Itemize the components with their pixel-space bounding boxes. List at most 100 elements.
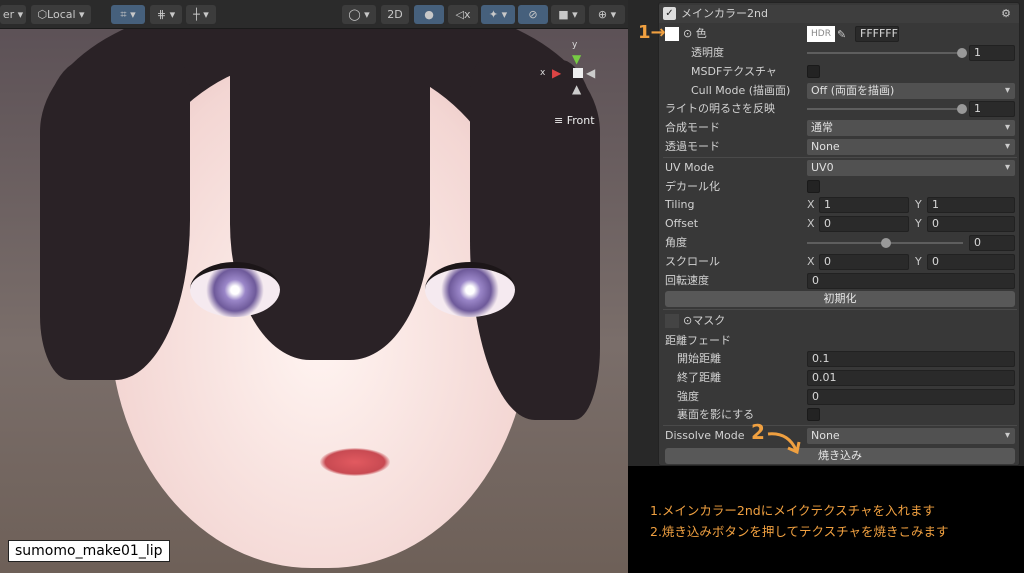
gizmo-x-label: x: [540, 68, 546, 78]
fade-end-row: 終了距離 0.01: [659, 369, 1019, 387]
view-name: Front: [566, 114, 595, 127]
mask-label: ⊙マスク: [683, 314, 726, 327]
pivot-dropdown[interactable]: er ▾: [0, 5, 26, 24]
hex-field[interactable]: FFFFFF: [855, 26, 899, 42]
fade-strength-field[interactable]: 0: [807, 389, 1015, 405]
opacity-label: 透明度: [691, 46, 724, 59]
decal-checkbox[interactable]: [807, 180, 820, 193]
slider-knob[interactable]: [881, 238, 891, 248]
section-header[interactable]: ✓ メインカラー2nd ⚙: [659, 5, 1019, 23]
mask-row: ⊙マスク: [659, 312, 1019, 330]
alpha-label: 透過モード: [665, 140, 720, 153]
cull-dropdown[interactable]: Off (両面を描画): [807, 83, 1015, 99]
alpha-dropdown[interactable]: None: [807, 139, 1015, 155]
light-field[interactable]: 1: [969, 101, 1015, 117]
blend-label: 合成モード: [665, 121, 720, 134]
angle-row: 角度 0: [659, 234, 1019, 252]
eyedropper-icon[interactable]: ✎: [837, 26, 853, 44]
rotation-field[interactable]: 0: [807, 273, 1015, 289]
light-row: ライトの明るさを反映 1: [659, 100, 1019, 118]
tiling-x-field[interactable]: 1: [819, 197, 909, 213]
step2-arrow-icon: [767, 432, 801, 455]
uv-dropdown[interactable]: UV0: [807, 160, 1015, 176]
effects-toggle-icon[interactable]: ✦ ▾: [481, 5, 515, 24]
fade-start-field[interactable]: 0.1: [807, 351, 1015, 367]
tiling-row: Tiling X 1 Y 1: [659, 196, 1019, 214]
2d-toggle[interactable]: 2D: [381, 5, 409, 24]
instruction-1: 1.メインカラー2ndにメイクテクスチャを入れます: [650, 503, 935, 518]
msdf-row: MSDFテクスチャ: [659, 63, 1019, 81]
color-texture-slot[interactable]: [665, 27, 679, 41]
left-eye: [190, 262, 280, 317]
fade-strength-row: 強度 0: [659, 388, 1019, 406]
tiling-y-field[interactable]: 1: [927, 197, 1015, 213]
light-slider[interactable]: [807, 104, 967, 114]
grid-visibility-button[interactable]: ┼ ▾: [186, 5, 216, 24]
offset-x-field[interactable]: 0: [819, 216, 909, 232]
hidden-objects-icon[interactable]: ⊘: [518, 5, 548, 24]
scroll-x-field[interactable]: 0: [819, 254, 909, 270]
color-row: ⊙ 色 HDR ✎ FFFFFF: [659, 25, 1019, 43]
gizmo-view-label[interactable]: ≡ Front: [554, 114, 595, 127]
camera-dropdown-icon[interactable]: ■ ▾: [551, 5, 585, 24]
gizmo-y-label: y: [572, 40, 578, 50]
backface-label: 裏面を影にする: [677, 408, 755, 421]
gizmo-y-arrow[interactable]: ▼: [572, 52, 581, 66]
blend-dropdown[interactable]: 通常: [807, 120, 1015, 136]
slider-knob[interactable]: [957, 48, 967, 58]
scene-viewport[interactable]: ▼ y ▶ x ◀ ▲ ≡ Front sumomo_make01_lip: [0, 0, 628, 573]
gizmo-center[interactable]: [573, 68, 583, 78]
gizmo-x-arrow[interactable]: ▶: [552, 66, 561, 80]
gizmos-dropdown-icon[interactable]: ⊕ ▾: [589, 5, 625, 24]
angle-slider[interactable]: [807, 238, 963, 248]
hdr-color-swatch[interactable]: HDR: [807, 26, 835, 42]
opacity-slider[interactable]: [807, 48, 967, 58]
fade-end-field[interactable]: 0.01: [807, 370, 1015, 386]
right-eye: [425, 262, 515, 317]
y-label: Y: [915, 255, 922, 268]
angle-field[interactable]: 0: [969, 235, 1015, 251]
offset-y-field[interactable]: 0: [927, 216, 1015, 232]
orientation-gizmo[interactable]: ▼ y ▶ x ◀ ▲ ≡ Front: [540, 40, 610, 140]
scroll-label: スクロール: [665, 255, 720, 268]
opacity-field[interactable]: 1: [969, 45, 1015, 61]
instructions: 1.メインカラー2ndにメイクテクスチャを入れます 2.焼き込みボタンを押してテ…: [650, 500, 949, 542]
backface-checkbox[interactable]: [807, 408, 820, 421]
gear-icon[interactable]: ⚙: [1001, 5, 1011, 23]
grid-snap-button[interactable]: ⌗ ▾: [111, 5, 145, 24]
2d-label: 2D: [387, 8, 403, 21]
offset-label: Offset: [665, 217, 699, 230]
fade-start-label: 開始距離: [677, 352, 721, 365]
x-label: X: [807, 255, 815, 268]
uv-label: UV Mode: [665, 161, 715, 174]
offset-row: Offset X 0 Y 0: [659, 215, 1019, 233]
dissolve-dropdown[interactable]: None: [807, 428, 1015, 444]
draw-mode-dropdown[interactable]: ◯ ▾: [342, 5, 376, 24]
lighting-toggle-icon[interactable]: ●: [414, 5, 444, 24]
msdf-checkbox[interactable]: [807, 65, 820, 78]
light-label: ライトの明るさを反映: [665, 102, 775, 115]
bake-row: 焼き込み: [659, 447, 1019, 465]
gizmo-z-arrow[interactable]: ◀: [586, 66, 595, 80]
decal-row: デカール化: [659, 178, 1019, 196]
divider: [663, 425, 1017, 426]
bake-button[interactable]: 焼き込み: [665, 448, 1015, 464]
y-label: Y: [915, 217, 922, 230]
mask-texture-slot[interactable]: [665, 314, 679, 328]
slider-knob[interactable]: [957, 104, 967, 114]
scroll-y-field[interactable]: 0: [927, 254, 1015, 270]
angle-label: 角度: [665, 236, 687, 249]
snap-increment-button[interactable]: ⋕ ▾: [150, 5, 182, 24]
opacity-row: 透明度 1: [659, 44, 1019, 62]
scene-toolbar: er ▾ ⬡Local ▾ ⌗ ▾ ⋕ ▾ ┼ ▾ ◯ ▾ 2D ● ◁x ✦ …: [0, 0, 628, 29]
reset-button[interactable]: 初期化: [665, 291, 1015, 307]
side-hair-left: [40, 60, 190, 380]
space-dropdown[interactable]: ⬡Local ▾: [31, 5, 91, 24]
fade-end-label: 終了距離: [677, 371, 721, 384]
section-enable-checkbox[interactable]: ✓: [663, 7, 676, 20]
audio-toggle-icon[interactable]: ◁x: [448, 5, 478, 24]
cull-row: Cull Mode (描画面) Off (両面を描画): [659, 82, 1019, 100]
fade-strength-label: 強度: [677, 390, 699, 403]
gizmo-down-arrow[interactable]: ▲: [572, 82, 581, 96]
step1-number: 1: [638, 22, 651, 43]
